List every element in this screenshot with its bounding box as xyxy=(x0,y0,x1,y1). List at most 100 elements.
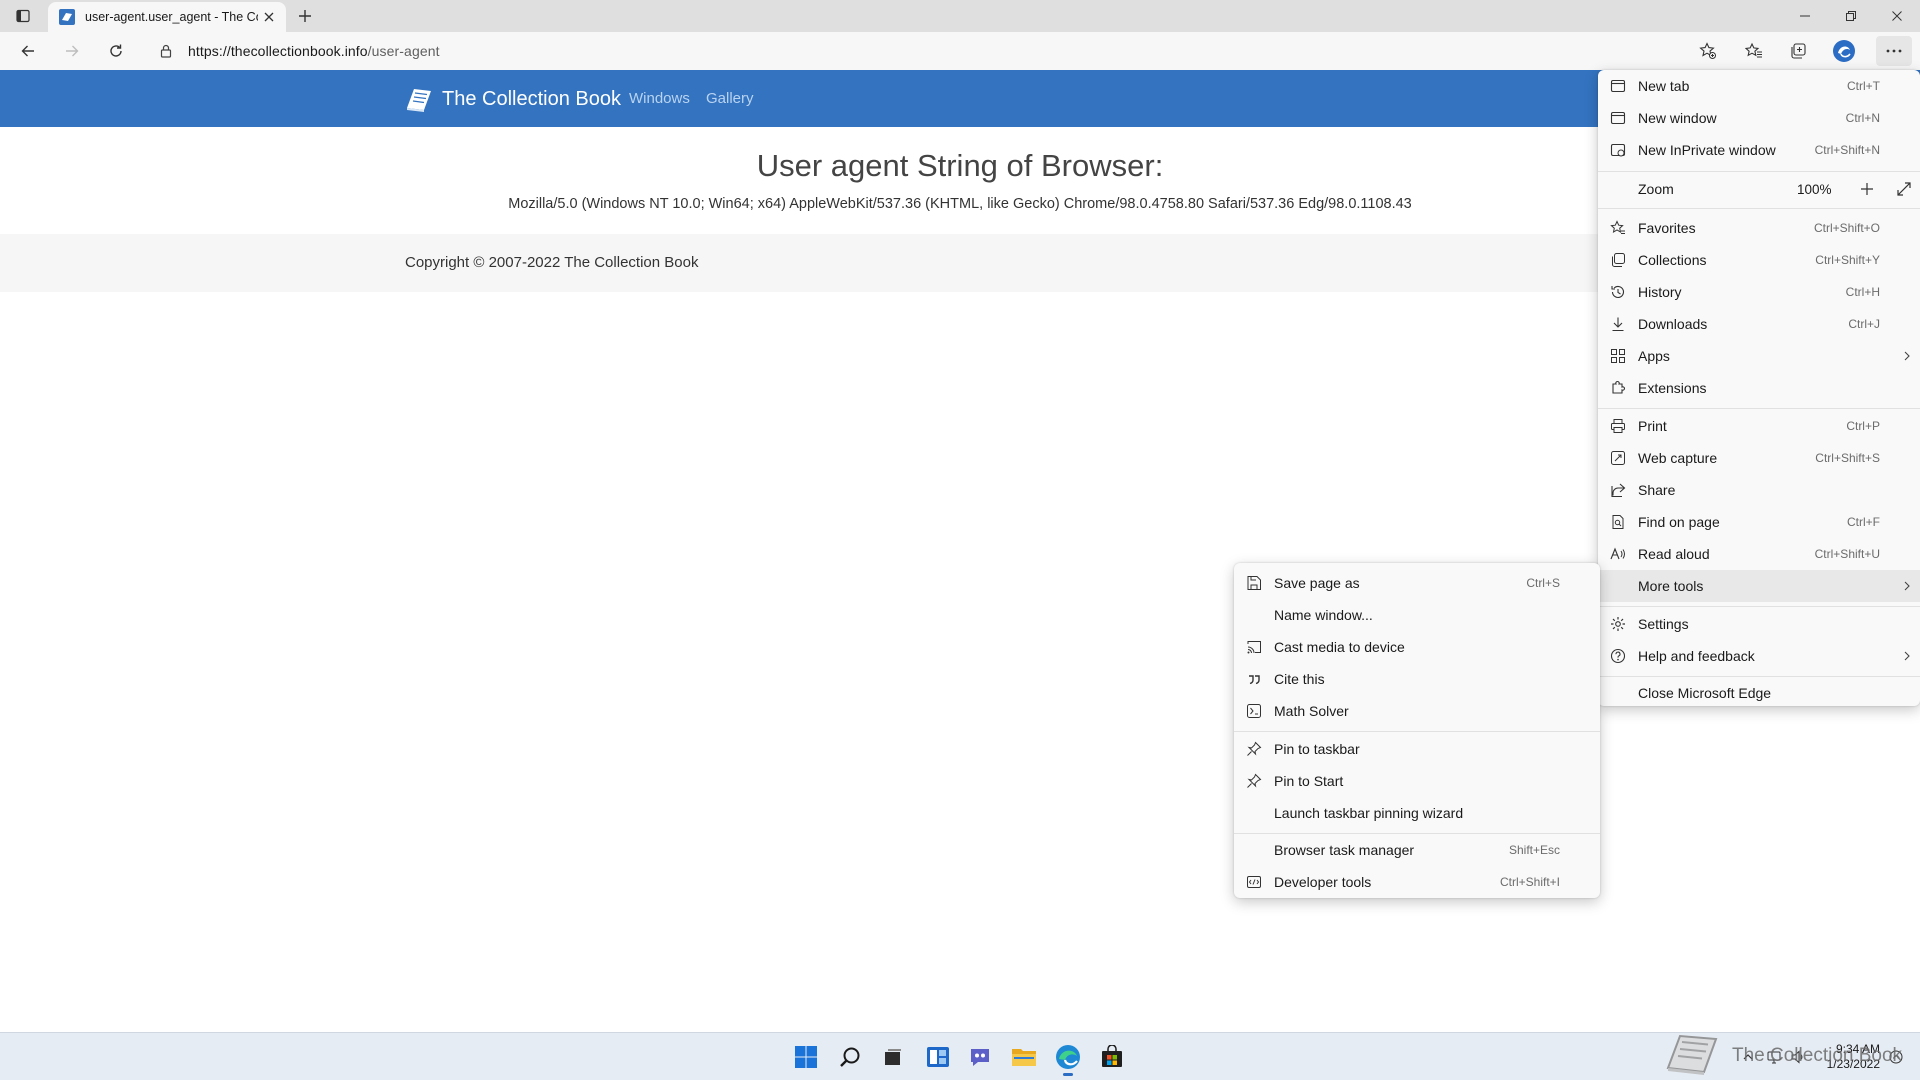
menu-label: Settings xyxy=(1638,616,1689,632)
menu-item-history[interactable]: History Ctrl+H xyxy=(1598,276,1920,308)
menu-item-settings[interactable]: Settings xyxy=(1598,608,1920,640)
restore-button[interactable] xyxy=(1828,0,1874,32)
forward-arrow-icon xyxy=(66,45,79,57)
menu-label: Collections xyxy=(1638,252,1707,268)
menu-separator xyxy=(1234,731,1600,732)
chevron-right-icon xyxy=(1904,581,1910,591)
task-view-icon xyxy=(885,1049,901,1065)
menu-item-new-inprivate-window[interactable]: New InPrivate window Ctrl+Shift+N xyxy=(1598,134,1920,166)
menu-label: Math Solver xyxy=(1274,703,1349,719)
store-button[interactable] xyxy=(1096,1041,1128,1073)
file-explorer-button[interactable] xyxy=(1008,1041,1040,1073)
menu-label: Web capture xyxy=(1638,450,1718,466)
active-tab[interactable]: user-agent.user_agent - The Coll xyxy=(48,2,286,32)
profile-button[interactable] xyxy=(1828,36,1860,66)
watermark-book-icon xyxy=(1666,1034,1718,1075)
favorites-button[interactable] xyxy=(1738,36,1770,66)
menu-label: Help and feedback xyxy=(1638,648,1755,664)
edge-taskbar-button[interactable] xyxy=(1052,1041,1084,1076)
address-url[interactable]: https://thecollectionbook.info/user-agen… xyxy=(188,43,440,59)
menu-item-find-on-page[interactable]: Find on page Ctrl+F xyxy=(1598,506,1920,538)
back-button[interactable] xyxy=(12,36,44,66)
share-icon xyxy=(1610,482,1626,498)
star-add-icon xyxy=(1699,42,1716,59)
menu-item-apps[interactable]: Apps xyxy=(1598,340,1920,372)
tab-actions-button[interactable] xyxy=(6,3,40,29)
menu-item-downloads[interactable]: Downloads Ctrl+J xyxy=(1598,308,1920,340)
menu-shortcut: Ctrl+H xyxy=(1845,285,1880,299)
history-icon xyxy=(1610,284,1626,300)
more-tools-submenu: Save page as Ctrl+S Name window... Cast … xyxy=(1234,563,1600,898)
menu-item-pin-to-start[interactable]: Pin to Start xyxy=(1234,765,1600,797)
menu-item-new-window[interactable]: New window Ctrl+N xyxy=(1598,102,1920,134)
menu-item-name-window[interactable]: Name window... xyxy=(1234,599,1600,631)
collection-book-icon xyxy=(59,9,75,25)
settings-and-more-button[interactable] xyxy=(1876,36,1912,66)
menu-separator xyxy=(1598,606,1920,607)
tab-actions-icon xyxy=(16,9,30,23)
tab-close-button[interactable] xyxy=(258,6,280,28)
nav-link-windows[interactable]: Windows xyxy=(629,90,690,107)
new-window-icon xyxy=(1610,110,1626,126)
menu-item-favorites[interactable]: Favorites Ctrl+Shift+O xyxy=(1598,212,1920,244)
add-favorite-button[interactable] xyxy=(1692,36,1724,66)
menu-item-math-solver[interactable]: Math Solver xyxy=(1234,695,1600,727)
menu-item-developer-tools[interactable]: Developer tools Ctrl+Shift+I xyxy=(1234,866,1600,898)
menu-label: New tab xyxy=(1638,78,1690,94)
page-footer: Copyright © 2007-2022 The Collection Boo… xyxy=(0,234,1600,292)
address-bar[interactable]: https://thecollectionbook.info/user-agen… xyxy=(146,36,1726,66)
minimize-button[interactable] xyxy=(1782,0,1828,32)
menu-item-share[interactable]: Share xyxy=(1598,474,1920,506)
start-button[interactable] xyxy=(790,1041,822,1073)
nav-link-gallery[interactable]: Gallery xyxy=(706,90,754,107)
close-icon xyxy=(1892,11,1902,21)
menu-item-close-edge[interactable]: Close Microsoft Edge xyxy=(1598,677,1920,709)
menu-item-task-manager[interactable]: Browser task manager Shift+Esc xyxy=(1234,834,1600,866)
refresh-icon xyxy=(110,44,122,57)
menu-item-pinning-wizard[interactable]: Launch taskbar pinning wizard xyxy=(1234,797,1600,829)
brand-link[interactable]: The Collection Book xyxy=(404,84,621,114)
task-view-button[interactable] xyxy=(876,1041,908,1073)
menu-label: Favorites xyxy=(1638,220,1696,236)
widgets-button[interactable] xyxy=(922,1041,954,1073)
cast-icon xyxy=(1246,639,1262,655)
menu-item-collections[interactable]: Collections Ctrl+Shift+Y xyxy=(1598,244,1920,276)
inprivate-icon xyxy=(1610,142,1626,158)
menu-item-cite-this[interactable]: Cite this xyxy=(1234,663,1600,695)
collections-icon xyxy=(1610,252,1626,268)
pin-icon xyxy=(1246,741,1262,757)
menu-item-print[interactable]: Print Ctrl+P xyxy=(1598,410,1920,442)
menu-item-save-page-as[interactable]: Save page as Ctrl+S xyxy=(1234,567,1600,599)
menu-shortcut: Ctrl+N xyxy=(1845,111,1880,125)
edge-icon xyxy=(1056,1045,1080,1069)
menu-label: Close Microsoft Edge xyxy=(1638,685,1772,701)
menu-item-pin-to-taskbar[interactable]: Pin to taskbar xyxy=(1234,733,1600,765)
menu-item-read-aloud[interactable]: Read aloud Ctrl+Shift+U xyxy=(1598,538,1920,570)
zoom-in-button[interactable] xyxy=(1850,173,1884,205)
lock-icon[interactable] xyxy=(158,43,174,59)
menu-shortcut: Ctrl+P xyxy=(1846,419,1880,433)
menu-label: Extensions xyxy=(1638,380,1707,396)
menu-item-new-tab[interactable]: New tab Ctrl+T xyxy=(1598,70,1920,102)
menu-item-web-capture[interactable]: Web capture Ctrl+Shift+S xyxy=(1598,442,1920,474)
forward-button[interactable] xyxy=(56,36,88,66)
close-window-button[interactable] xyxy=(1874,0,1920,32)
windows-start-icon xyxy=(795,1046,817,1068)
book-logo-icon xyxy=(407,89,431,112)
collections-button[interactable] xyxy=(1782,36,1814,66)
menu-label: Print xyxy=(1638,418,1667,434)
menu-item-help-and-feedback[interactable]: Help and feedback xyxy=(1598,640,1920,672)
menu-shortcut: Ctrl+F xyxy=(1847,515,1880,529)
menu-item-more-tools[interactable]: More tools xyxy=(1598,570,1920,602)
menu-item-extensions[interactable]: Extensions xyxy=(1598,372,1920,404)
fullscreen-button[interactable] xyxy=(1888,173,1920,205)
search-icon xyxy=(840,1047,860,1067)
menu-label: Find on page xyxy=(1638,514,1720,530)
extensions-puzzle-icon xyxy=(1610,380,1626,396)
taskbar-search-button[interactable] xyxy=(834,1041,866,1073)
refresh-button[interactable] xyxy=(100,36,132,66)
menu-item-cast-media[interactable]: Cast media to device xyxy=(1234,631,1600,663)
more-dots-icon xyxy=(1886,49,1902,53)
chat-button[interactable] xyxy=(964,1041,996,1073)
new-tab-button[interactable] xyxy=(292,4,318,28)
